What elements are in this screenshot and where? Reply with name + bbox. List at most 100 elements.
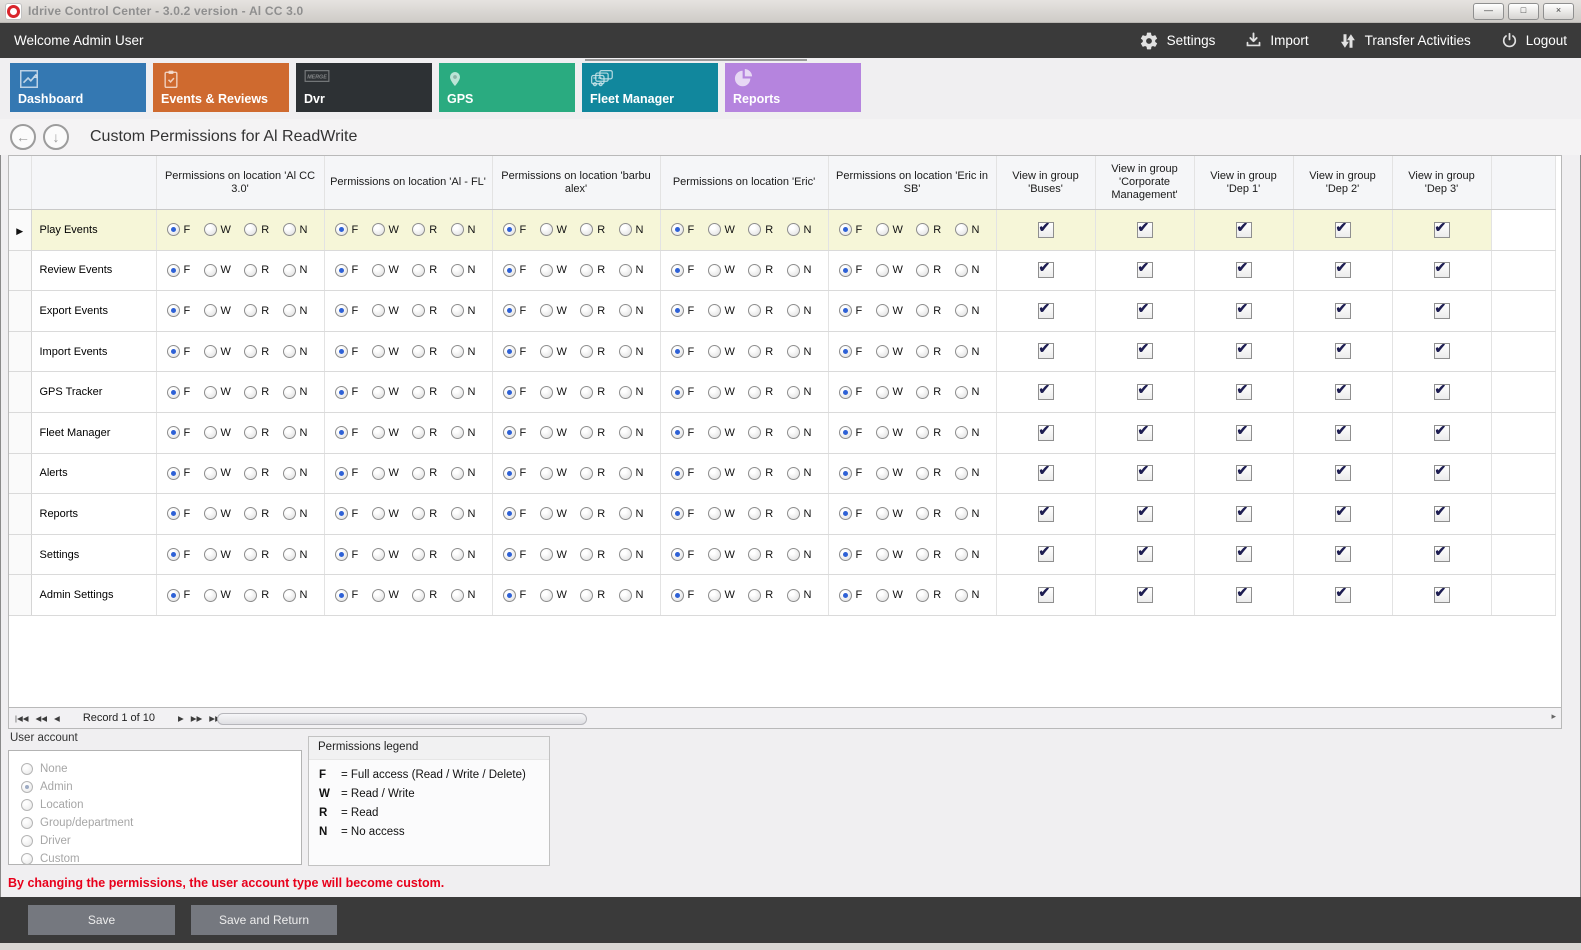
permission-radio-R[interactable]: R xyxy=(244,345,269,358)
permission-radio-N[interactable]: N xyxy=(619,386,644,399)
permission-radio-R[interactable]: R xyxy=(244,467,269,480)
permission-radio-N[interactable]: N xyxy=(619,223,644,236)
tab-fleet-manager[interactable]: Fleet Manager xyxy=(582,63,718,112)
permission-radio-W[interactable]: W xyxy=(540,467,567,480)
permission-radio-W[interactable]: W xyxy=(204,304,231,317)
permission-radio-W[interactable]: W xyxy=(204,386,231,399)
permission-radio-R[interactable]: R xyxy=(244,426,269,439)
permission-radio-R[interactable]: R xyxy=(412,345,437,358)
view-in-group-checkbox[interactable] xyxy=(1335,343,1351,359)
view-in-group-checkbox[interactable] xyxy=(1434,506,1450,522)
first-record-button[interactable]: |◀◀ xyxy=(15,714,28,723)
permission-radio-W[interactable]: W xyxy=(708,304,735,317)
permission-radio-N[interactable]: N xyxy=(451,304,476,317)
permission-radio-W[interactable]: W xyxy=(372,304,399,317)
horizontal-scrollbar[interactable] xyxy=(209,712,1539,725)
permission-radio-N[interactable]: N xyxy=(451,548,476,561)
view-in-group-checkbox[interactable] xyxy=(1236,222,1252,238)
permission-radio-F[interactable]: F xyxy=(839,386,863,399)
permission-radio-N[interactable]: N xyxy=(787,589,812,602)
view-in-group-checkbox[interactable] xyxy=(1335,384,1351,400)
group-column-header[interactable]: View in group 'Dep 3' xyxy=(1392,156,1491,210)
permission-radio-F[interactable]: F xyxy=(839,304,863,317)
permission-radio-N[interactable]: N xyxy=(619,589,644,602)
view-in-group-checkbox[interactable] xyxy=(1038,384,1054,400)
permission-radio-N[interactable]: N xyxy=(283,426,308,439)
tab-dashboard[interactable]: Dashboard xyxy=(10,63,146,112)
permission-radio-F[interactable]: F xyxy=(167,386,191,399)
permission-radio-F[interactable]: F xyxy=(671,467,695,480)
permission-radio-F[interactable]: F xyxy=(671,304,695,317)
permission-radio-R[interactable]: R xyxy=(244,304,269,317)
permission-radio-W[interactable]: W xyxy=(540,304,567,317)
permission-radio-F[interactable]: F xyxy=(335,264,359,277)
permission-radio-W[interactable]: W xyxy=(372,589,399,602)
save-button[interactable]: Save xyxy=(28,905,175,935)
tab-gps[interactable]: GPS xyxy=(439,63,575,112)
view-in-group-checkbox[interactable] xyxy=(1335,262,1351,278)
collapse-button[interactable]: ↓ xyxy=(43,124,69,150)
permission-radio-W[interactable]: W xyxy=(204,223,231,236)
prev-page-button[interactable]: ◀◀ xyxy=(35,714,47,723)
permission-radio-F[interactable]: F xyxy=(839,589,863,602)
permission-radio-F[interactable]: F xyxy=(335,345,359,358)
permission-radio-F[interactable]: F xyxy=(503,548,527,561)
permission-radio-R[interactable]: R xyxy=(916,304,941,317)
group-column-header[interactable]: View in group 'Dep 2' xyxy=(1293,156,1392,210)
permission-radio-N[interactable]: N xyxy=(619,426,644,439)
table-row[interactable]: Admin SettingsFWRNFWRNFWRNFWRNFWRN xyxy=(9,575,1555,616)
permission-radio-R[interactable]: R xyxy=(748,548,773,561)
permission-radio-W[interactable]: W xyxy=(708,507,735,520)
settings-button[interactable]: Settings xyxy=(1139,31,1216,51)
permission-radio-F[interactable]: F xyxy=(335,467,359,480)
view-in-group-checkbox[interactable] xyxy=(1335,506,1351,522)
permission-radio-W[interactable]: W xyxy=(540,548,567,561)
permission-radio-R[interactable]: R xyxy=(748,223,773,236)
view-in-group-checkbox[interactable] xyxy=(1038,587,1054,603)
minimize-button[interactable]: — xyxy=(1473,3,1504,20)
permission-radio-N[interactable]: N xyxy=(955,264,980,277)
permission-radio-W[interactable]: W xyxy=(876,223,903,236)
permission-radio-N[interactable]: N xyxy=(955,426,980,439)
permission-radio-R[interactable]: R xyxy=(580,264,605,277)
permission-radio-R[interactable]: R xyxy=(412,264,437,277)
permission-radio-N[interactable]: N xyxy=(283,507,308,520)
permission-radio-N[interactable]: N xyxy=(787,548,812,561)
view-in-group-checkbox[interactable] xyxy=(1335,465,1351,481)
transfer-activities-button[interactable]: Transfer Activities xyxy=(1339,32,1471,50)
permission-radio-N[interactable]: N xyxy=(283,304,308,317)
permission-radio-F[interactable]: F xyxy=(671,345,695,358)
permission-radio-F[interactable]: F xyxy=(671,264,695,277)
permission-radio-W[interactable]: W xyxy=(540,507,567,520)
permission-radio-W[interactable]: W xyxy=(372,507,399,520)
permission-radio-W[interactable]: W xyxy=(876,304,903,317)
permission-radio-F[interactable]: F xyxy=(167,264,191,277)
permission-radio-N[interactable]: N xyxy=(619,345,644,358)
permission-radio-F[interactable]: F xyxy=(671,507,695,520)
logout-button[interactable]: Logout xyxy=(1501,32,1567,49)
table-row[interactable]: AlertsFWRNFWRNFWRNFWRNFWRN xyxy=(9,453,1555,494)
location-column-header[interactable]: Permissions on location 'Al - FL' xyxy=(324,156,492,210)
permission-radio-N[interactable]: N xyxy=(283,386,308,399)
permission-radio-F[interactable]: F xyxy=(839,467,863,480)
permission-radio-F[interactable]: F xyxy=(839,426,863,439)
view-in-group-checkbox[interactable] xyxy=(1236,506,1252,522)
view-in-group-checkbox[interactable] xyxy=(1434,343,1450,359)
view-in-group-checkbox[interactable] xyxy=(1236,546,1252,562)
view-in-group-checkbox[interactable] xyxy=(1236,425,1252,441)
permission-radio-R[interactable]: R xyxy=(412,507,437,520)
permission-radio-F[interactable]: F xyxy=(503,304,527,317)
permission-radio-F[interactable]: F xyxy=(167,223,191,236)
permission-radio-N[interactable]: N xyxy=(955,304,980,317)
user-account-option-driver[interactable]: Driver xyxy=(21,832,301,850)
permission-radio-F[interactable]: F xyxy=(671,548,695,561)
permission-radio-N[interactable]: N xyxy=(451,386,476,399)
permission-radio-W[interactable]: W xyxy=(708,467,735,480)
permission-radio-W[interactable]: W xyxy=(876,386,903,399)
permission-radio-W[interactable]: W xyxy=(708,345,735,358)
table-row[interactable]: Fleet ManagerFWRNFWRNFWRNFWRNFWRN xyxy=(9,412,1555,453)
permission-radio-N[interactable]: N xyxy=(955,345,980,358)
permission-radio-N[interactable]: N xyxy=(283,589,308,602)
permission-radio-N[interactable]: N xyxy=(787,386,812,399)
view-in-group-checkbox[interactable] xyxy=(1236,587,1252,603)
